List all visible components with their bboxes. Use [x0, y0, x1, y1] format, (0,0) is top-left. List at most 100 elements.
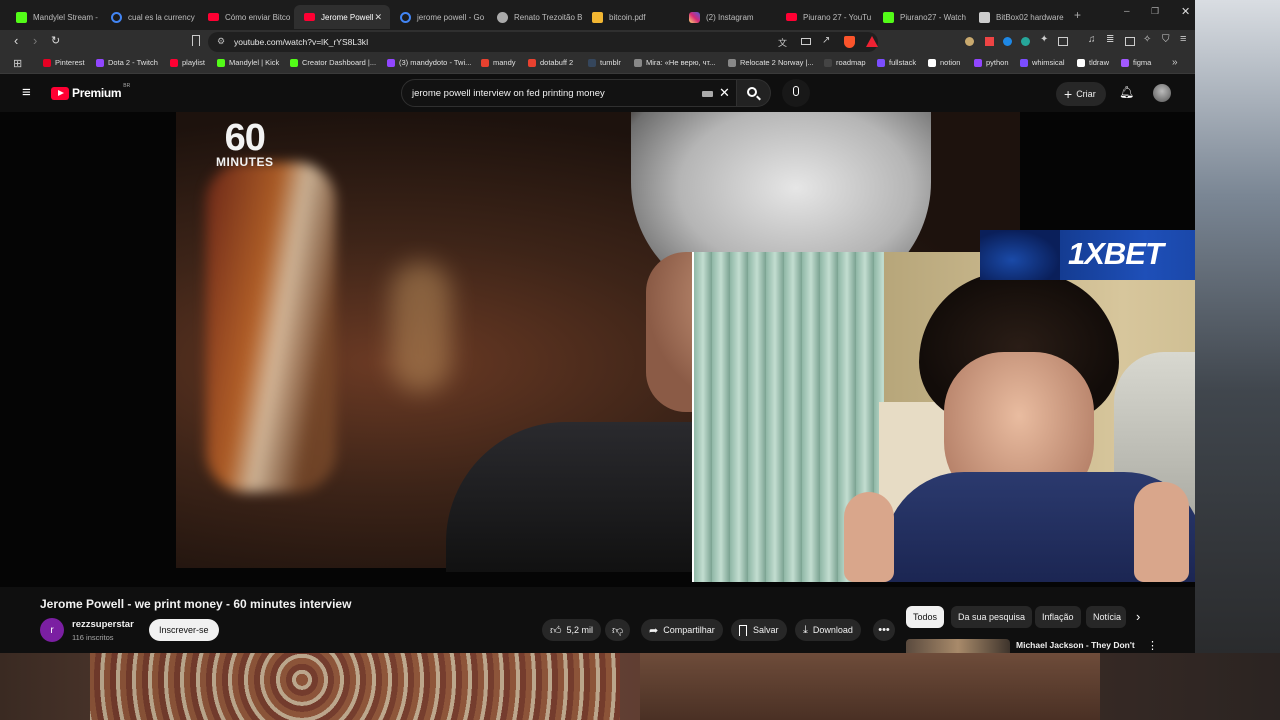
cast-icon[interactable]	[801, 38, 811, 45]
clear-search-icon[interactable]: ✕	[719, 85, 730, 101]
browser-tab[interactable]: Piurano27 - Watch	[873, 5, 969, 29]
search-input[interactable]: jerome powell interview on fed printing …	[412, 88, 605, 99]
bookmark-item[interactable]: mandy	[481, 58, 516, 67]
browser-tab[interactable]: Cómo enviar Bitco	[198, 5, 294, 29]
avatar[interactable]	[1153, 84, 1171, 102]
bookmark-item[interactable]: Dota 2 - Twitch	[96, 58, 158, 67]
sidebar-icon[interactable]	[1125, 37, 1135, 46]
save-button[interactable]: Salvar	[731, 619, 787, 641]
bookmark-favicon-icon	[588, 58, 596, 67]
bookmark-item[interactable]: fullstack	[877, 58, 916, 67]
search-box[interactable]: jerome powell interview on fed printing …	[401, 79, 737, 107]
subscribe-button[interactable]: Inscrever-se	[149, 619, 219, 641]
browser-tab[interactable]: Mandylel Stream -	[6, 5, 101, 29]
notifications-bell-icon[interactable]: 🔔︎	[1119, 85, 1134, 99]
bookmark-label: python	[986, 58, 1009, 67]
maximize-icon[interactable]: ❐	[1151, 6, 1159, 17]
brave-shield-icon[interactable]	[844, 36, 855, 48]
like-button[interactable]: 👍︎ 5,2 mil	[542, 619, 602, 641]
bookmark-item[interactable]: roadmap	[824, 58, 866, 67]
channel-name[interactable]: rezzsuperstar	[72, 619, 134, 630]
bookmark-item[interactable]: playlist	[170, 58, 205, 67]
thumbs-down-icon: 👎︎	[612, 624, 624, 637]
brave-rewards-icon[interactable]	[866, 36, 878, 47]
next-video-title[interactable]: Michael Jackson - They Don't	[1016, 640, 1135, 650]
bookmark-item[interactable]: Pinterest	[43, 58, 85, 67]
extension-icon-4[interactable]	[1021, 37, 1030, 46]
more-actions-button[interactable]: •••	[873, 619, 895, 641]
extension-icon-3[interactable]	[1003, 37, 1012, 46]
next-video-menu-icon[interactable]: ⋮	[1147, 639, 1158, 652]
site-info-icon[interactable]: ⚙	[217, 36, 225, 47]
tab-title: cual es la currency	[128, 12, 195, 22]
dislike-button[interactable]: 👎︎	[605, 619, 631, 641]
bookmark-item[interactable]: notion	[928, 58, 960, 67]
minimize-icon[interactable]: –	[1124, 6, 1130, 17]
reading-list-icon[interactable]: ≣	[1106, 34, 1114, 45]
new-tab-button[interactable]: +	[1074, 8, 1081, 22]
apps-grid-icon[interactable]: ⊞	[13, 57, 22, 70]
filter-chip[interactable]: Notícia	[1086, 606, 1126, 628]
google-icon	[111, 11, 122, 23]
close-window-icon[interactable]: ✕	[1181, 5, 1190, 18]
bookmark-item[interactable]: Relocate 2 Norway |...	[728, 58, 814, 67]
chips-next-arrow[interactable]: ›	[1136, 609, 1140, 624]
share-button[interactable]: ➦ Compartilhar	[641, 619, 723, 641]
bookmark-item[interactable]: Creator Dashboard |...	[290, 58, 376, 67]
browser-tab[interactable]: bitcoin.pdf	[582, 5, 679, 29]
share-icon[interactable]: ↗	[822, 35, 830, 46]
browser-tab[interactable]: (2) Instagram	[679, 5, 776, 29]
left-hand	[844, 492, 894, 582]
bookmark-label: Mira: «Не верю, чт...	[646, 58, 716, 67]
bookmark-item[interactable]: tumblr	[588, 58, 621, 67]
bookmark-label: dotabuff 2	[540, 58, 574, 67]
bookmark-item[interactable]: figma	[1121, 58, 1151, 67]
filter-chip[interactable]: Da sua pesquisa	[951, 606, 1033, 628]
create-button[interactable]: + Criar	[1056, 82, 1106, 106]
bookmark-item[interactable]: dotabuff 2	[528, 58, 573, 67]
filter-chip[interactable]: Inflação	[1035, 606, 1081, 628]
browser-tab[interactable]: jerome powell - Go	[390, 5, 487, 29]
browser-tab[interactable]: cual es la currency	[101, 5, 198, 29]
browser-tab[interactable]: Piurano 27 - YouTu	[776, 5, 873, 29]
keyboard-icon[interactable]	[702, 91, 713, 97]
translate-icon[interactable]: 文	[778, 36, 787, 49]
extensions-puzzle-icon[interactable]: ✦	[1040, 34, 1048, 45]
bookmark-item[interactable]: whimsical	[1020, 58, 1065, 67]
channel-avatar[interactable]: r	[40, 618, 64, 642]
search-button[interactable]	[737, 79, 771, 107]
music-icon[interactable]: ♫	[1088, 34, 1096, 45]
bookmark-item[interactable]: python	[974, 58, 1009, 67]
bookmark-item[interactable]: Mandylel | Kick	[217, 58, 279, 67]
leo-ai-icon[interactable]: ✧	[1143, 34, 1151, 45]
reload-icon[interactable]: ↻	[51, 34, 60, 47]
bookmark-item[interactable]: (3) mandydoto - Twi...	[387, 58, 471, 67]
download-button[interactable]: ⤓ Download	[795, 619, 861, 641]
tab-close-icon[interactable]: ✕	[374, 12, 382, 23]
bookmark-item[interactable]: Mira: «Не верю, чт...	[634, 58, 715, 67]
hamburger-menu-icon[interactable]: ≡	[22, 84, 31, 101]
forward-icon[interactable]: ›	[33, 33, 37, 48]
next-video-thumbnail[interactable]	[906, 639, 1010, 653]
back-icon[interactable]: ‹	[14, 33, 18, 48]
url-bar[interactable]: ⚙ youtube.com/watch?v=lK_rYS8L3kI 文 ↗	[208, 32, 878, 52]
bookmark-favicon-icon	[928, 58, 936, 67]
bookmark-item[interactable]: tldraw	[1077, 58, 1109, 67]
youtube-logo[interactable]: Premium BR	[51, 83, 130, 100]
bookmark-label: mandy	[493, 58, 516, 67]
menu-icon[interactable]: ≡	[1180, 33, 1186, 45]
voice-search-button[interactable]	[782, 79, 810, 107]
bookmark-page-icon[interactable]	[192, 35, 200, 46]
vpn-icon[interactable]: ⛉	[1162, 34, 1170, 45]
browser-tab[interactable]: Renato Trezoitão B	[487, 5, 582, 29]
browser-tab[interactable]: BitBox02 hardware	[969, 5, 1069, 29]
tab-title: bitcoin.pdf	[609, 12, 646, 22]
filter-chip[interactable]: Todos	[906, 606, 945, 628]
save-label: Salvar	[753, 625, 779, 635]
screenshot-icon[interactable]	[1058, 37, 1068, 46]
more-bookmarks-icon[interactable]: »	[1172, 57, 1178, 68]
bookmark-favicon-icon	[43, 58, 51, 67]
extension-icon-2[interactable]	[985, 37, 994, 46]
browser-tab[interactable]: Jerome Powell ✕	[294, 5, 390, 29]
extension-icon-1[interactable]	[965, 37, 974, 46]
